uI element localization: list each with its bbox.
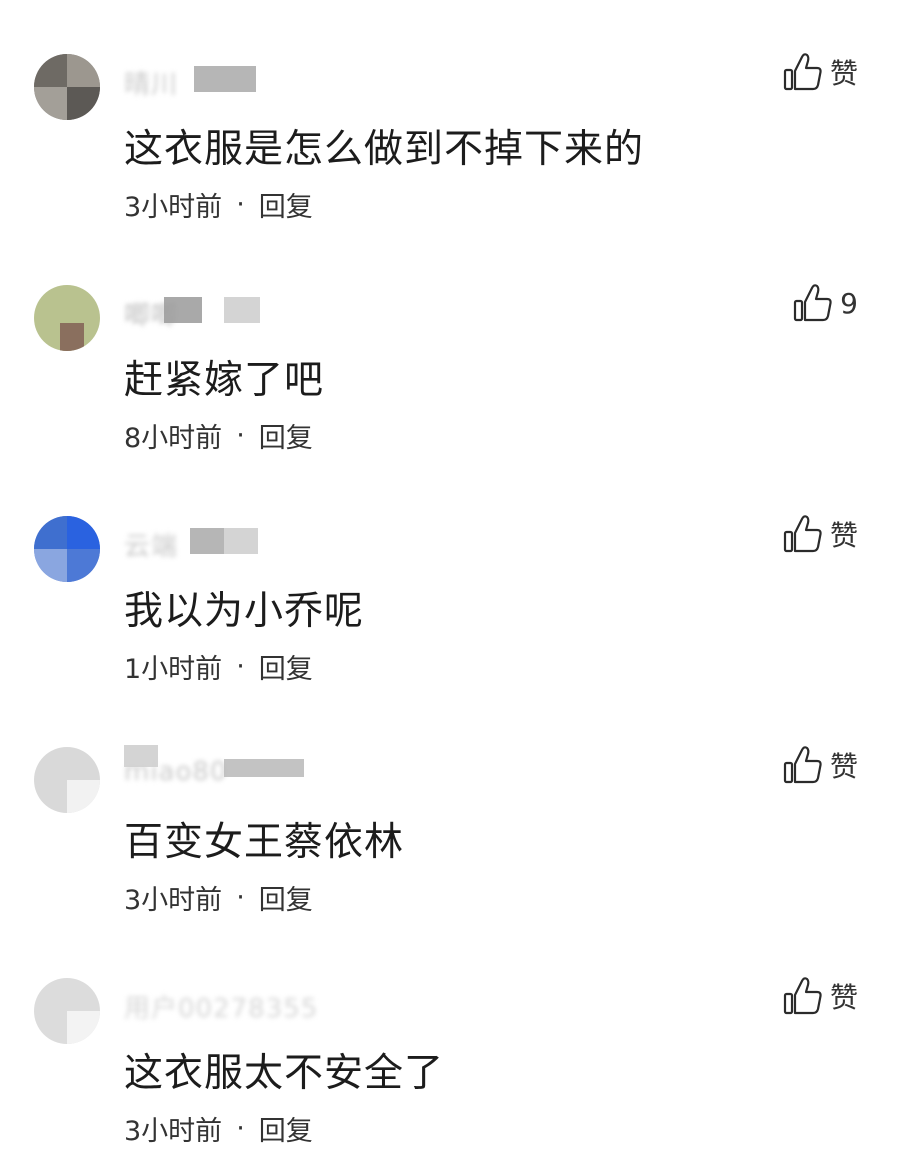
comment-time: 3小时前: [124, 192, 223, 223]
comment-item: 唧唧 赶紧嫁了吧 8小时前 · 回复 9: [0, 231, 900, 462]
thumbs-up-icon: [783, 744, 823, 786]
avatar[interactable]: [34, 285, 100, 351]
comment-text: 我以为小乔呢: [124, 589, 365, 634]
username-blurred[interactable]: miao80: [124, 745, 304, 791]
comment-text: 百变女王蔡依林: [124, 820, 405, 865]
thumbs-up-icon: [783, 51, 823, 93]
thumbs-up-icon: [793, 282, 833, 324]
thumbs-up-icon: [783, 975, 823, 1017]
like-count: 赞: [829, 519, 858, 552]
like-button[interactable]: 9: [793, 279, 858, 327]
meta-separator: ·: [236, 651, 245, 682]
like-count: 赞: [829, 57, 858, 90]
username-blurred[interactable]: 唧唧: [124, 289, 304, 331]
avatar[interactable]: [34, 747, 100, 813]
comment-time: 3小时前: [124, 885, 223, 916]
comment-meta: 1小时前 · 回复: [124, 647, 313, 686]
username-blurred[interactable]: 用户00278355: [124, 982, 317, 1024]
meta-separator: ·: [236, 189, 245, 220]
username-blurred[interactable]: 云端: [124, 520, 304, 562]
like-button[interactable]: 赞: [783, 510, 858, 558]
reply-button[interactable]: 回复: [259, 878, 313, 917]
like-button[interactable]: 赞: [783, 741, 858, 789]
comment-time: 8小时前: [124, 423, 223, 454]
avatar[interactable]: [34, 978, 100, 1044]
meta-separator: ·: [236, 420, 245, 451]
meta-separator: ·: [236, 1113, 245, 1144]
like-count: 赞: [829, 750, 858, 783]
comment-time: 1小时前: [124, 654, 223, 685]
like-button[interactable]: 赞: [783, 48, 858, 96]
like-count: 赞: [829, 981, 858, 1014]
comment-text: 赶紧嫁了吧: [124, 358, 325, 403]
comment-item: 用户00278355 这衣服太不安全了 3小时前 · 回复 赞: [0, 924, 900, 1155]
reply-button[interactable]: 回复: [259, 647, 313, 686]
avatar[interactable]: [34, 516, 100, 582]
comment-text: 这衣服是怎么做到不掉下来的: [124, 127, 645, 172]
comment-meta: 3小时前 · 回复: [124, 185, 313, 224]
comment-item: 云端 我以为小乔呢 1小时前 · 回复 赞: [0, 462, 900, 693]
avatar[interactable]: [34, 54, 100, 120]
thumbs-up-icon: [783, 513, 823, 555]
comment-item: miao80 百变女王蔡依林 3小时前 · 回复 赞: [0, 693, 900, 924]
comment-meta: 8小时前 · 回复: [124, 416, 313, 455]
comment-meta: 3小时前 · 回复: [124, 878, 313, 917]
meta-separator: ·: [236, 882, 245, 913]
like-count: 9: [840, 286, 858, 320]
comment-meta: 3小时前 · 回复: [124, 1109, 313, 1148]
username-blurred[interactable]: 晴川: [124, 58, 304, 100]
reply-button[interactable]: 回复: [259, 416, 313, 455]
comment-item: 晴川 这衣服是怎么做到不掉下来的 3小时前 · 回复 赞: [0, 0, 900, 231]
comment-text: 这衣服太不安全了: [124, 1051, 445, 1096]
like-button[interactable]: 赞: [783, 972, 858, 1020]
reply-button[interactable]: 回复: [259, 185, 313, 224]
reply-button[interactable]: 回复: [259, 1109, 313, 1148]
comment-time: 3小时前: [124, 1116, 223, 1147]
